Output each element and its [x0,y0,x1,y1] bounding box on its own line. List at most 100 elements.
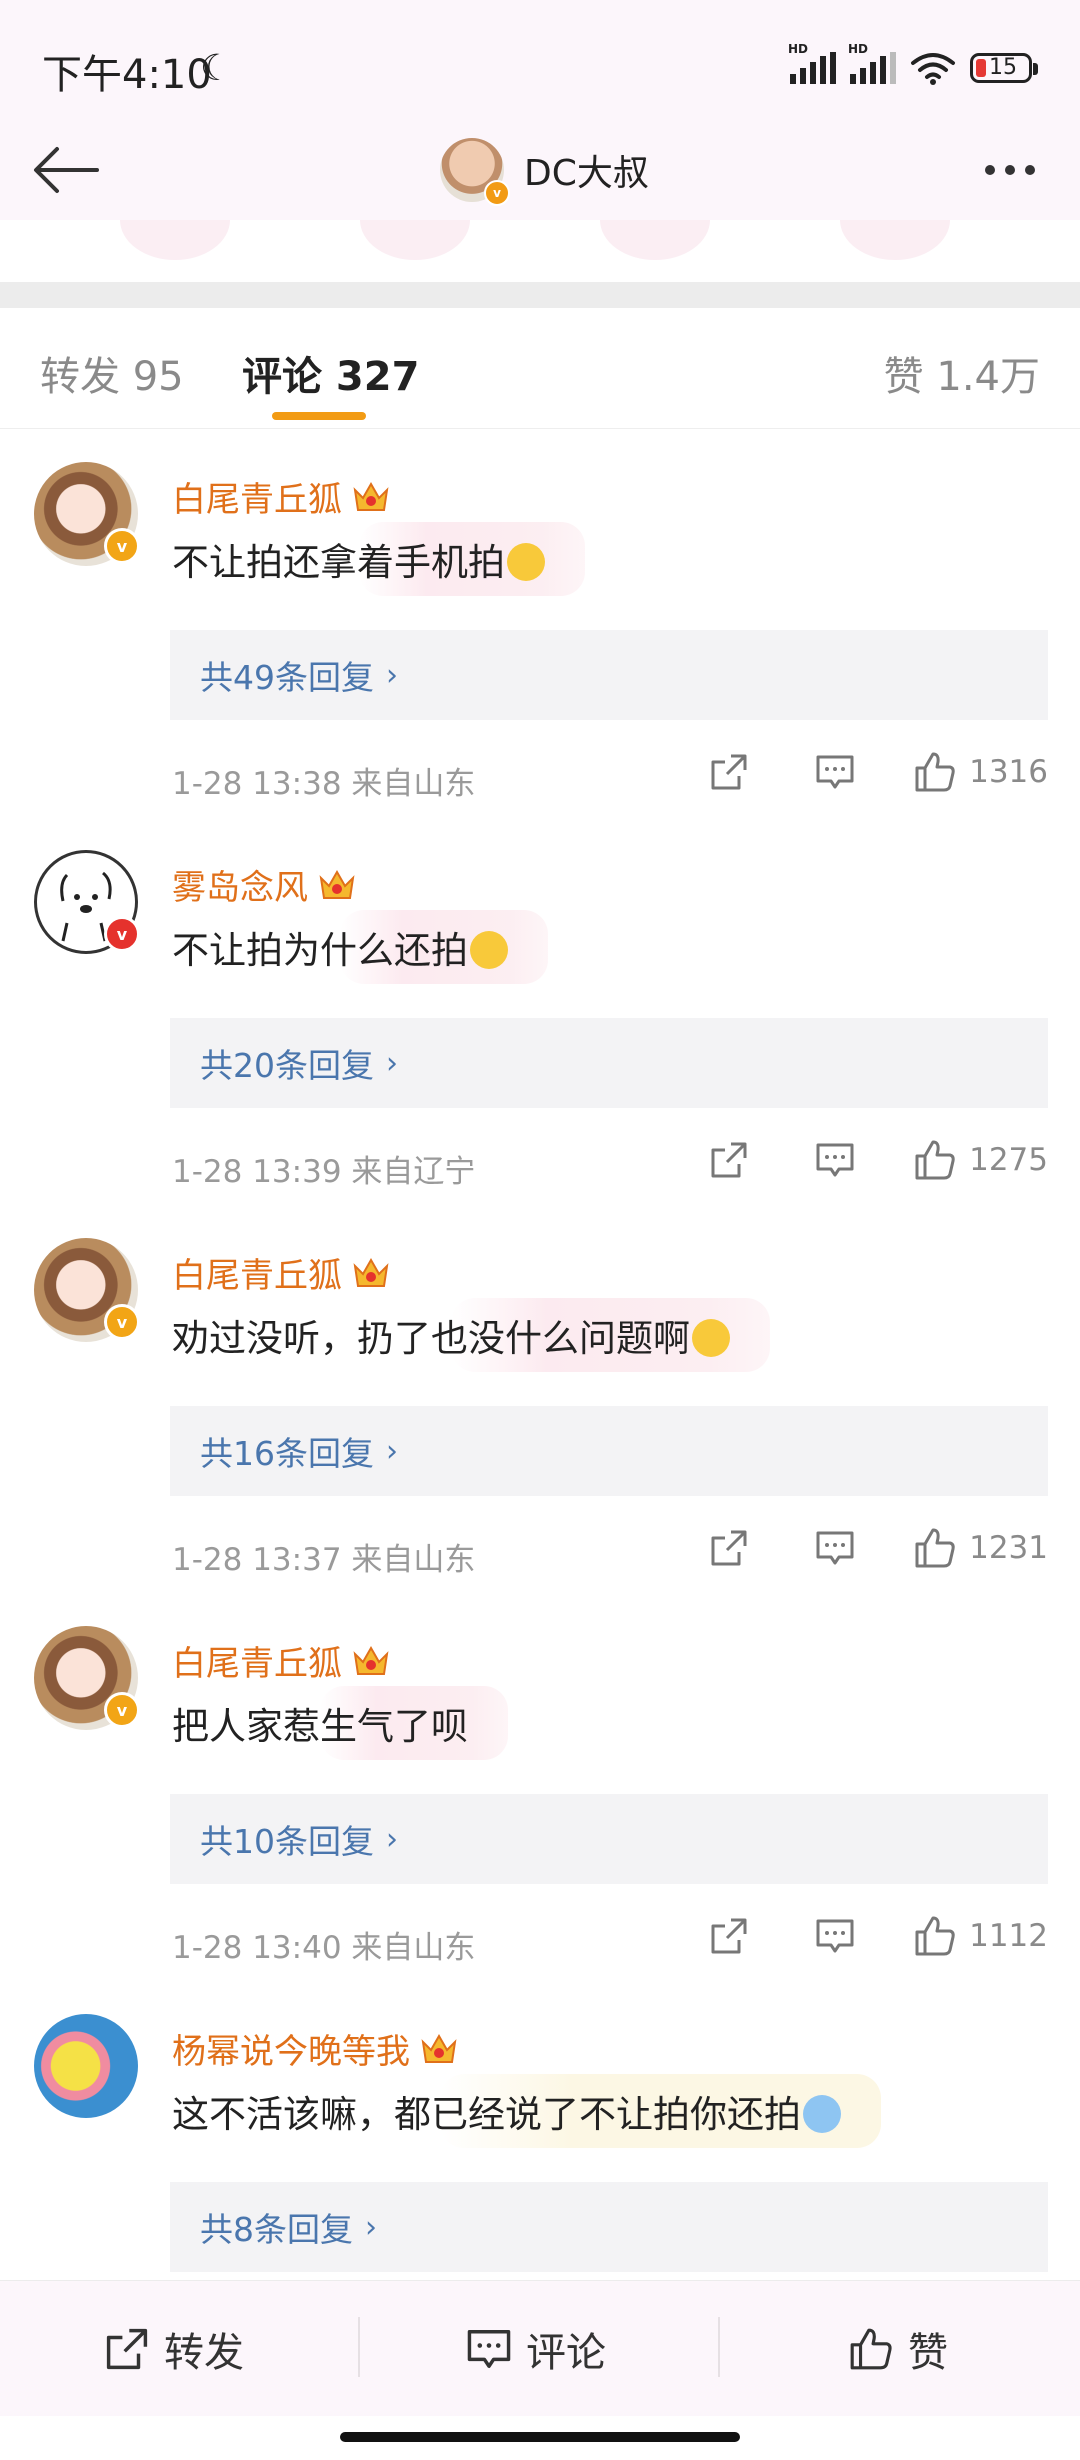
share-button[interactable] [705,1524,753,1572]
thumbs-up-icon [915,1140,955,1180]
back-button[interactable] [26,130,106,210]
author-name[interactable]: 雾岛念风 [172,860,308,909]
like-button[interactable]: 1316 [913,750,1048,794]
reply-button[interactable] [811,748,859,796]
thumbs-up-icon [915,1916,955,1956]
thumbs-up-icon [915,1528,955,1568]
comment-item[interactable]: v 白尾青丘狐 把人家惹生气了呗 共10条回复 › 1-28 13:40 来自山… [0,1594,1080,1983]
comment-content: 劝过没听，扔了也没什么问题啊 [172,1317,690,1360]
comment-author[interactable]: 白尾青丘狐 [172,472,390,521]
like-count: 1316 [969,754,1048,790]
share-button[interactable] [705,1912,753,1960]
like-count: 1275 [969,1142,1048,1178]
author-name[interactable]: 杨幂说今晚等我 [172,2024,410,2073]
crown-badge-icon [353,1257,389,1287]
comment-actions: 1275 [705,1130,1048,1190]
smirk-emoji-icon [507,543,545,581]
replies-link[interactable]: 共8条回复 › [170,2182,1048,2272]
verified-badge-icon: v [104,1692,140,1728]
more-dot-icon [1005,165,1015,175]
comment-label: 评论 [526,2330,606,2376]
verified-badge-icon: v [104,916,140,952]
thumbs-up-icon [915,752,955,792]
signal-icon: HD [848,42,896,84]
status-icons: HD HD 15 [788,42,1038,88]
author-name[interactable]: 白尾青丘狐 [172,1636,342,1685]
share-icon [711,1918,747,1954]
tab-bar: 转发 95 评论 327 赞 1.4万 [0,308,1080,429]
divider [358,2317,360,2377]
comment-author[interactable]: 雾岛念风 [172,860,356,909]
avatar[interactable]: v [34,462,140,566]
comment-text: 不让拍还拿着手机拍 [172,522,585,596]
comment-item[interactable]: v 白尾青丘狐 不让拍还拿着手机拍 共49条回复 › 1-28 13:38 来自… [0,430,1080,819]
avatar[interactable] [34,2014,138,2118]
comment-icon [816,1531,854,1565]
replies-count[interactable]: 共20条回复 [200,1039,374,1087]
comment-icon [816,755,854,789]
chevron-right-icon: › [386,1821,398,1857]
more-dot-icon [1025,165,1035,175]
repost-button[interactable]: 转发 [104,2281,244,2417]
comment-content: 这不活该嘛，都已经说了不让拍你还拍 [172,2093,801,2136]
reply-button[interactable] [811,1912,859,1960]
replies-count[interactable]: 共8条回复 [200,2203,353,2251]
tab-repost[interactable]: 转发 95 [40,344,184,402]
like-button[interactable]: 1275 [913,1138,1048,1182]
verified-badge-icon: v [484,180,510,206]
comment-button[interactable]: 评论 [466,2281,606,2417]
replies-link[interactable]: 共49条回复 › [170,630,1048,720]
reply-button[interactable] [811,1136,859,1184]
reply-button[interactable] [811,1524,859,1572]
top-bar: 下午4:10 ☾ HD HD 15 v DC大叔 [0,0,1080,220]
verified-badge-icon: v [104,528,140,564]
comment-meta: 1-28 13:40 来自山东 [172,1930,476,1966]
repost-label: 转发 [164,2330,244,2376]
author-name[interactable]: 白尾青丘狐 [172,472,342,521]
comment-content: 不让拍还拿着手机拍 [172,541,505,584]
comment-item[interactable]: v 雾岛念风 不让拍为什么还拍 共20条回复 › 1-28 13:39 来自辽宁 [0,818,1080,1207]
avatar[interactable]: v [34,1626,140,1730]
share-icon [711,754,747,790]
tab-like[interactable]: 赞 1.4万 [884,344,1040,402]
surprised-emoji-icon [470,931,508,969]
more-button[interactable] [970,130,1050,210]
status-bar: 下午4:10 ☾ HD HD 15 [0,0,1080,130]
crying-emoji-icon [803,2095,841,2133]
avatar[interactable]: v [440,138,510,206]
replies-count[interactable]: 共10条回复 [200,1815,374,1863]
chevron-right-icon: › [386,657,398,693]
replies-link[interactable]: 共16条回复 › [170,1406,1048,1496]
divider [718,2317,720,2377]
back-arrow-icon [34,147,99,193]
avatar[interactable]: v [34,1238,140,1342]
chevron-right-icon: › [365,2209,377,2245]
home-indicator[interactable] [340,2432,740,2442]
like-button[interactable]: 赞 [848,2281,948,2417]
comment-icon [467,2330,511,2368]
chevron-right-icon: › [386,1433,398,1469]
nav-user[interactable]: v DC大叔 [440,130,649,210]
replies-link[interactable]: 共20条回复 › [170,1018,1048,1108]
comment-actions: 1112 [705,1906,1048,1966]
author-name[interactable]: 白尾青丘狐 [172,1248,342,1297]
comment-author[interactable]: 白尾青丘狐 [172,1248,390,1297]
scrolled-content-edge [0,220,1080,280]
share-button[interactable] [705,1136,753,1184]
share-button[interactable] [705,748,753,796]
comment-item[interactable]: v 白尾青丘狐 劝过没听，扔了也没什么问题啊 共16条回复 › 1-28 13:… [0,1206,1080,1595]
like-button[interactable]: 1231 [913,1526,1048,1570]
tab-comment[interactable]: 评论 327 [242,344,419,402]
battery-level: 15 [989,55,1017,80]
comment-author[interactable]: 杨幂说今晚等我 [172,2024,458,2073]
signal-icon: HD [788,42,836,84]
crown-badge-icon [421,2033,457,2063]
comment-author[interactable]: 白尾青丘狐 [172,1636,390,1685]
avatar[interactable]: v [34,850,140,954]
replies-count[interactable]: 共49条回复 [200,651,374,699]
more-dot-icon [985,165,995,175]
replies-count[interactable]: 共16条回复 [200,1427,374,1475]
like-button[interactable]: 1112 [913,1914,1048,1958]
smirk-emoji-icon [692,1319,730,1357]
replies-link[interactable]: 共10条回复 › [170,1794,1048,1884]
